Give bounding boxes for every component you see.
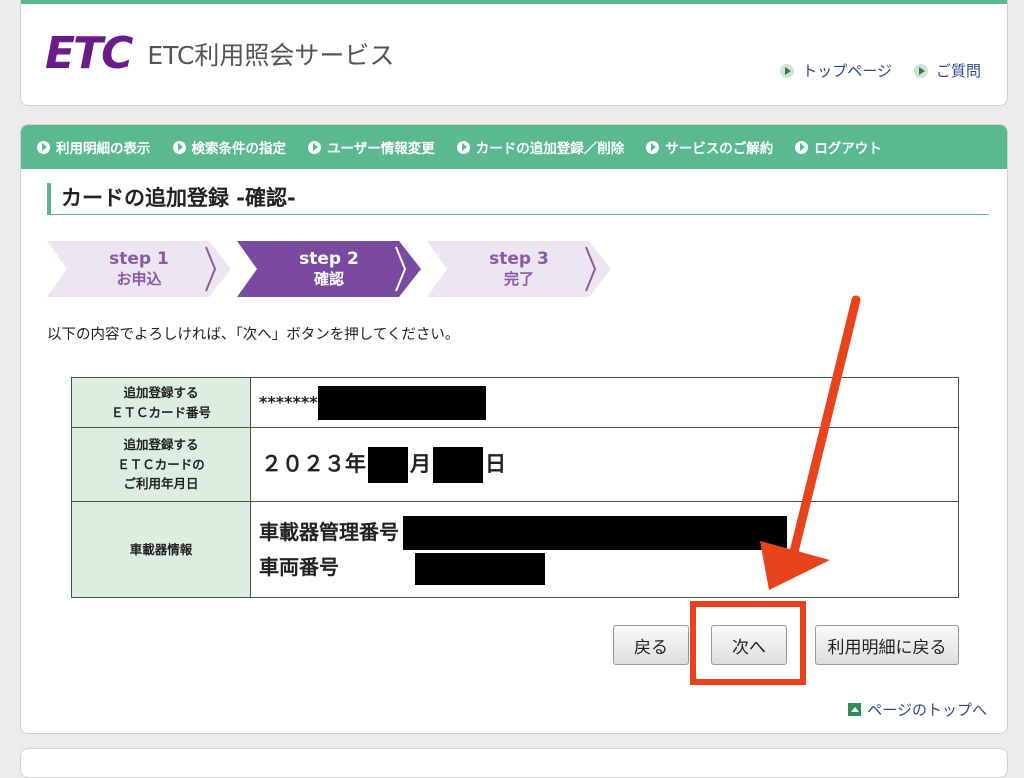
red-arrow-annotation — [760, 295, 861, 590]
